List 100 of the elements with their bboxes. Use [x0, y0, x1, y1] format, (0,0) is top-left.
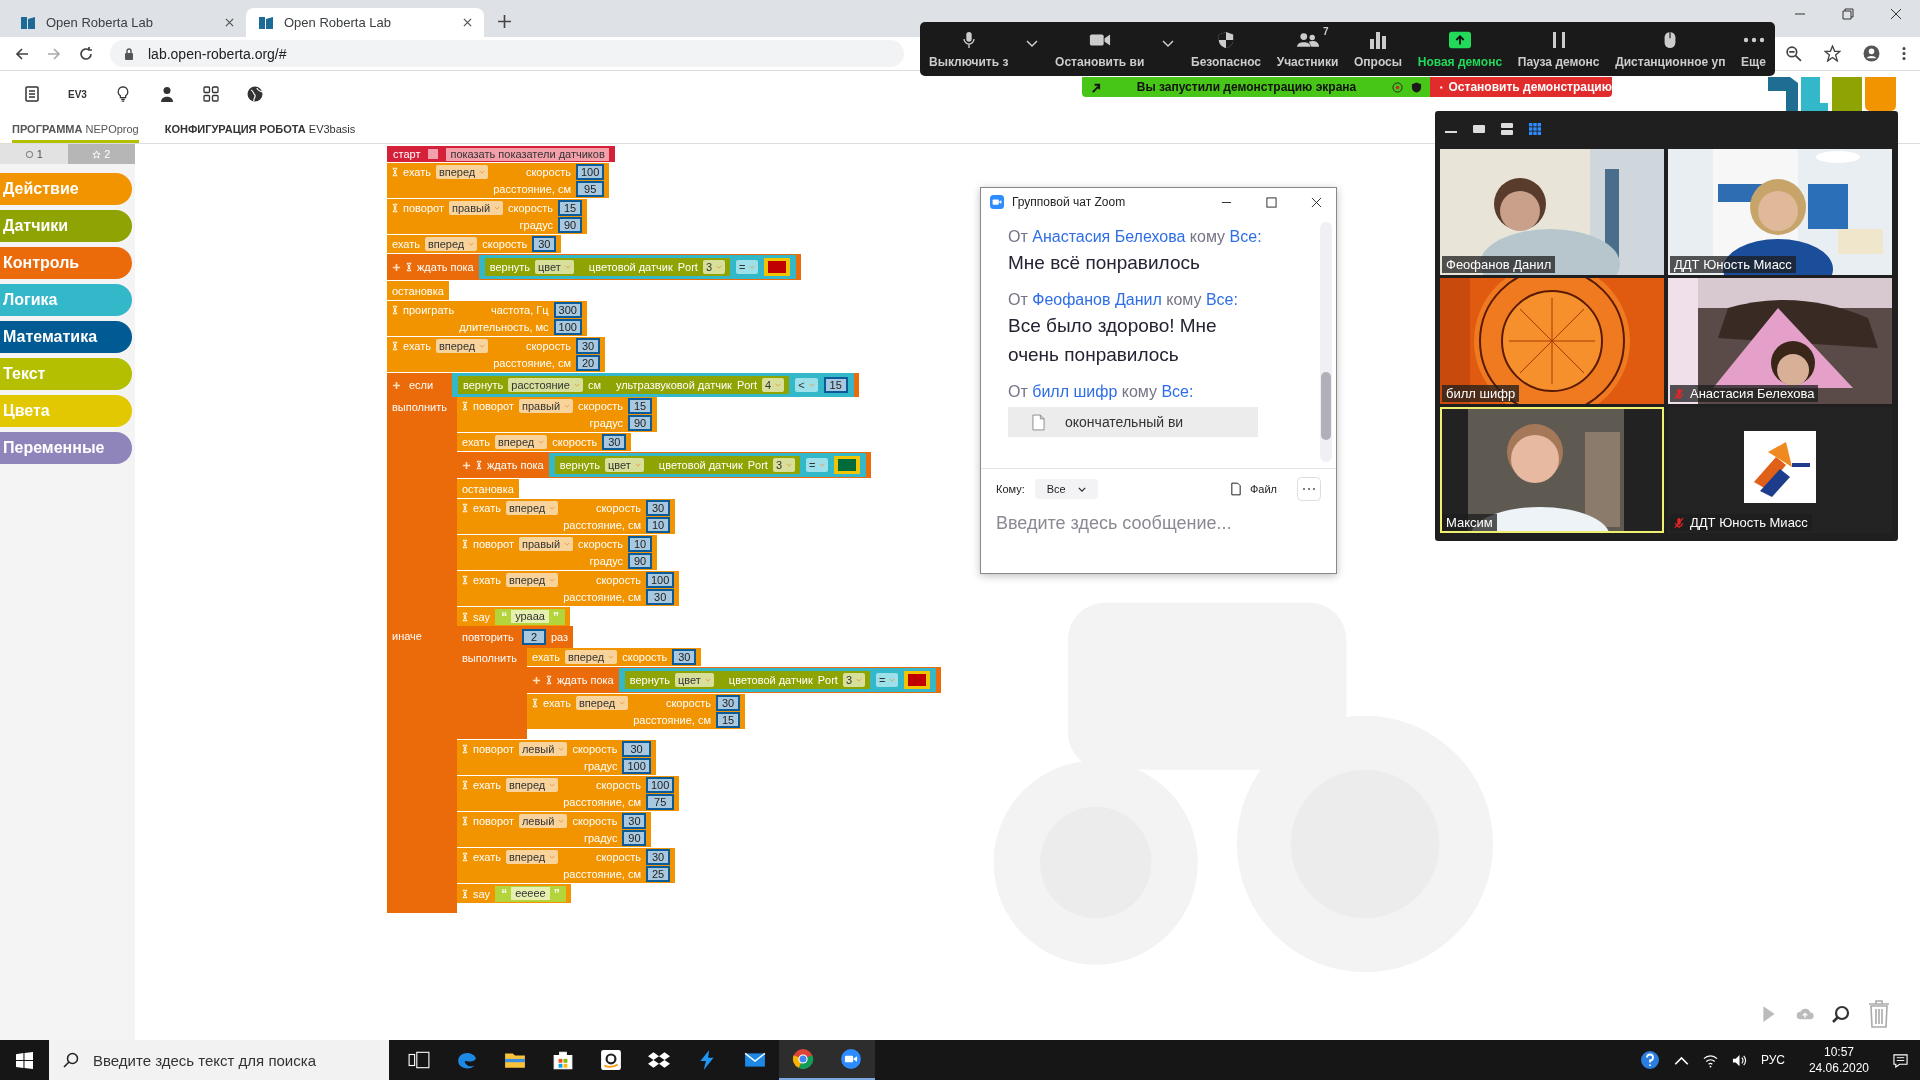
text-block[interactable]: “ урааа ” — [495, 608, 565, 625]
code-block[interactable]: ехать вперед скорость 30 расстояние, см 25 — [457, 848, 675, 883]
close-icon[interactable] — [225, 18, 234, 27]
number-field[interactable]: 30 — [602, 434, 627, 450]
text-field[interactable]: eeeee — [511, 887, 550, 900]
plus-icon[interactable] — [462, 460, 471, 470]
number-field[interactable]: 100 — [576, 164, 605, 180]
menu-icon[interactable] — [1902, 45, 1906, 62]
code-block[interactable]: ехать вперед скорость 100 расстояние, см 95 — [387, 163, 610, 198]
number-field[interactable]: 10 — [646, 517, 670, 533]
chevron-icon[interactable] — [1162, 39, 1175, 48]
single-view-icon[interactable] — [1472, 122, 1486, 136]
code-block[interactable]: say “ урааа ” — [457, 607, 570, 626]
code-block[interactable]: ехать вперед скорость 30 — [527, 648, 702, 666]
video-tile[interactable]: ДДТ Юность Миасс — [1668, 149, 1892, 275]
dropdown-field[interactable]: 4 — [762, 378, 785, 392]
meeting-button[interactable]: Остановить ви — [1052, 27, 1179, 71]
new-tab-icon[interactable] — [498, 15, 511, 28]
program-tab[interactable]: КОНФИГУРАЦИЯ РОБОТА EV3basis — [164, 117, 356, 143]
number-field[interactable]: 30 — [672, 649, 697, 665]
color-block[interactable] — [904, 671, 931, 689]
number-field[interactable]: 30 — [576, 338, 600, 354]
dropdown-field[interactable]: вперед — [435, 339, 489, 353]
color-block[interactable] — [764, 258, 791, 276]
back-icon[interactable] — [14, 45, 30, 62]
file-attachment[interactable]: окончательный ви — [1008, 407, 1258, 437]
plus-icon[interactable] — [392, 380, 401, 390]
text-field[interactable]: урааа — [511, 610, 549, 623]
number-field[interactable]: 90 — [558, 217, 583, 233]
dropdown-field[interactable]: левый — [518, 742, 568, 756]
meeting-button[interactable]: 7 Участники — [1273, 27, 1342, 71]
code-block[interactable]: ждать пока вернуть цвет цветовой датчик Port 3 = — [457, 452, 872, 478]
dropdown-field[interactable]: правый — [518, 399, 574, 413]
dropdown-field[interactable]: 3 — [772, 458, 796, 472]
dropdown-field[interactable]: вперед — [494, 435, 548, 449]
globe-icon[interactable] — [246, 86, 263, 102]
number-field[interactable]: 30 — [622, 741, 651, 757]
meeting-button[interactable]: Опросы — [1351, 27, 1406, 71]
checkbox[interactable] — [428, 149, 439, 159]
video-tile[interactable]: билл шифр — [1440, 278, 1664, 404]
user-icon[interactable] — [158, 86, 175, 102]
number-field[interactable]: 30 — [646, 849, 670, 865]
number-field[interactable]: 25 — [646, 866, 670, 882]
dropdown-field[interactable]: вперед — [505, 850, 559, 864]
number-field[interactable]: 30 — [622, 813, 647, 829]
color-block[interactable] — [834, 456, 861, 474]
star-icon[interactable] — [1824, 45, 1841, 62]
dropdown-field[interactable]: = — [736, 260, 759, 274]
dropdown-field[interactable]: вперед — [505, 573, 559, 587]
number-field[interactable]: 15 — [823, 377, 848, 393]
dropdown-field[interactable]: вперед — [575, 696, 629, 710]
dropdown-field[interactable]: вперед — [505, 778, 559, 792]
sensor-block[interactable]: вернуть расстояние см ультразвуковой датчик Port 4 — [458, 376, 790, 394]
dropdown-field[interactable]: расстояние — [508, 378, 583, 392]
meeting-button[interactable]: Пауза демонс — [1514, 27, 1603, 71]
number-field[interactable]: 300 — [553, 302, 582, 318]
search-field[interactable]: Введите здесь текст для поиска — [49, 1040, 389, 1080]
language-indicator[interactable]: РУС — [1760, 1053, 1785, 1067]
browser-tab[interactable]: Open Roberta Lab — [8, 8, 246, 37]
compare-block[interactable]: вернуть цвет цветовой датчик Port 3 = — [618, 668, 937, 692]
level-tab[interactable]: 1 — [0, 144, 68, 164]
number-field[interactable]: 100 — [646, 572, 675, 588]
code-block[interactable]: ждать пока вернуть цвет цветовой датчик Port 3 = — [527, 667, 942, 693]
dropdown-field[interactable]: левый — [518, 814, 568, 828]
close-icon[interactable] — [463, 18, 472, 27]
number-field[interactable]: 15 — [628, 398, 653, 414]
wifi-icon[interactable] — [1702, 1052, 1718, 1068]
dropdown-field[interactable]: правый — [448, 201, 504, 215]
plus-icon[interactable] — [532, 675, 541, 685]
dropdown-field[interactable]: цвет — [675, 673, 714, 687]
dropdown-field[interactable]: вперед — [505, 501, 559, 515]
compare-block[interactable]: вернуть цвет цветовой датчик Port 3 = — [478, 255, 797, 279]
code-block[interactable]: старт показать показатели датчиков — [387, 146, 615, 162]
reload-icon[interactable] — [78, 45, 94, 62]
code-block[interactable]: ехать вперед скорость 30 расстояние, см 15 — [527, 694, 745, 729]
address-bar[interactable]: lab.open-roberta.org/# — [110, 40, 904, 67]
dropdown-field[interactable]: вперед — [435, 165, 489, 179]
code-block[interactable]: если вернуть расстояние см ультразвуковой датчик Port 4 < 15 — [387, 373, 859, 397]
color-swatch[interactable] — [838, 459, 857, 471]
number-field[interactable]: 30 — [716, 695, 740, 711]
meeting-button[interactable]: Еще — [1738, 27, 1769, 71]
number-field[interactable]: 95 — [576, 181, 605, 197]
code-block[interactable]: проиграть частота, Гц 300 длительность, мс 100 — [387, 301, 587, 336]
code-block[interactable]: поворот левый скорость 30 градус 100 — [457, 740, 656, 775]
number-field[interactable]: 20 — [576, 355, 600, 371]
video-tile[interactable]: Максим — [1440, 407, 1664, 533]
code-block[interactable]: say “ eeeee ” — [457, 884, 571, 903]
number-field[interactable]: 10 — [628, 536, 653, 552]
code-block[interactable]: ехать вперед скорость 30 расстояние, см 10 — [457, 499, 675, 534]
code-block[interactable]: ехать вперед скорость 100 расстояние, см 75 — [457, 776, 680, 811]
code-block[interactable]: поворот правый скорость 15 градус 90 — [387, 199, 588, 234]
compare-block[interactable]: вернуть цвет цветовой датчик Port 3 = — [548, 453, 867, 477]
category-item[interactable]: Математика — [0, 321, 132, 353]
color-swatch[interactable] — [768, 261, 787, 273]
dropdown-field[interactable]: вперед — [564, 650, 618, 664]
plus-icon[interactable] — [392, 262, 401, 272]
code-block[interactable]: ехать вперед скорость 30 — [457, 433, 632, 451]
color-swatch[interactable] — [908, 674, 927, 686]
number-field[interactable]: 30 — [646, 589, 675, 605]
video-tile[interactable]: ДДТ Юность Миасс — [1668, 407, 1892, 533]
